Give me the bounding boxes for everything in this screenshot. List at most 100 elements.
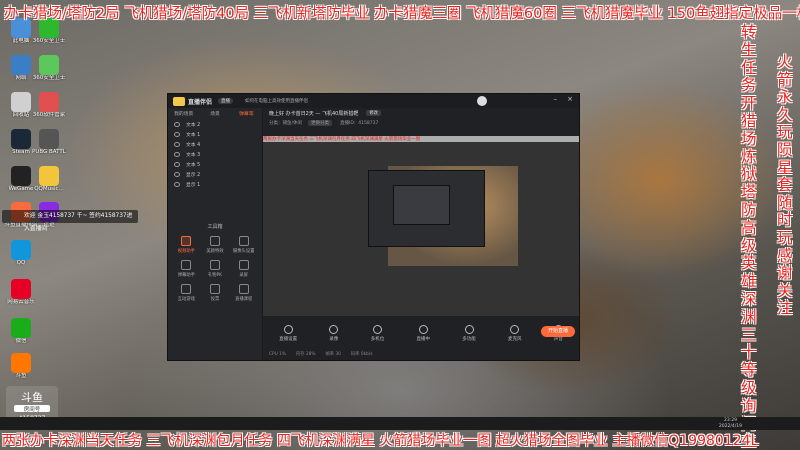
desktop-icon-label: 网易云音乐 bbox=[7, 299, 35, 305]
toolbox-item[interactable]: 视频助手 bbox=[172, 236, 201, 254]
desktop-icon[interactable]: QQ bbox=[4, 240, 38, 267]
eye-icon[interactable] bbox=[174, 121, 180, 127]
bottom-tool-label: 多机位 bbox=[370, 337, 385, 342]
app-icon bbox=[11, 129, 31, 149]
room-meta-row: 分类：捕鱼/休闲 更换分类 直播ID：4158737 bbox=[263, 118, 579, 128]
toolbox-item[interactable]: 弹幕助手 bbox=[172, 260, 201, 278]
tool-icon bbox=[181, 284, 192, 294]
bottom-tool-icon bbox=[464, 325, 474, 334]
eye-icon[interactable] bbox=[174, 141, 180, 147]
bottom-tool[interactable]: 麦克风 bbox=[508, 325, 522, 342]
app-icon bbox=[11, 353, 31, 373]
desktop-icon-label: 360软件管家 bbox=[32, 112, 66, 118]
room-edit-button[interactable]: 修改 bbox=[366, 110, 381, 116]
toolbox-item[interactable]: 直播课程 bbox=[229, 284, 258, 302]
desktop-icon[interactable]: 斗鱼 bbox=[4, 353, 38, 380]
bottom-tool[interactable]: 直播中 bbox=[416, 325, 430, 342]
tool-icon bbox=[181, 236, 192, 246]
eye-icon[interactable] bbox=[174, 151, 180, 157]
sidebar-tab[interactable]: 我的场景 bbox=[168, 110, 199, 117]
tool-icon bbox=[209, 284, 220, 294]
app-logo-icon bbox=[173, 96, 185, 106]
change-category-button[interactable]: 更换分类 bbox=[308, 120, 333, 126]
scene-item[interactable]: 文本 4 bbox=[168, 139, 262, 149]
scene-label: 显示 1 bbox=[186, 182, 201, 188]
desktop-icon[interactable]: 360安全卫士 bbox=[32, 55, 66, 82]
taskbar-clock[interactable]: 23:29 2022/4/19 bbox=[719, 418, 742, 429]
tool-label: 投票 bbox=[210, 297, 220, 302]
preview-scroll-text: 两张办卡深渊当天任务 三飞机深渊包月任务 四飞机深渊满星 火箭猎场毕业一图 bbox=[263, 136, 579, 142]
live-badge[interactable]: 直播 bbox=[218, 98, 234, 104]
tool-icon bbox=[238, 236, 249, 246]
tool-label: 摄像头设置 bbox=[232, 249, 255, 254]
status-item: 内存 28% bbox=[295, 352, 316, 357]
toolbox-item[interactable]: 录屏 bbox=[229, 260, 258, 278]
eye-icon[interactable] bbox=[174, 161, 180, 167]
desktop-icon[interactable]: QQMusic... bbox=[32, 166, 66, 193]
sidebar-tabs: 我的场景 场景 弹幕等 bbox=[168, 108, 262, 119]
room-title-row: 晚上好 办卡首日2天 — 飞机40局新猎靶 修改 bbox=[263, 108, 579, 118]
eye-icon[interactable] bbox=[174, 171, 180, 177]
app-title: 直播伴侣 bbox=[188, 98, 213, 106]
eye-icon[interactable] bbox=[174, 181, 180, 187]
app-icon bbox=[39, 92, 59, 112]
bottom-tool[interactable]: 多机位 bbox=[370, 325, 385, 342]
desktop-icon[interactable]: PUBG BATTLEGR... bbox=[32, 129, 66, 156]
bottom-tool-icon bbox=[283, 325, 293, 334]
app-icon bbox=[11, 166, 31, 186]
tool-label: 互动游戏 bbox=[177, 297, 195, 302]
tool-icon bbox=[209, 260, 220, 270]
status-bar: CPU 1% 内存 28% 帧率 30 码率 0kb/s bbox=[263, 348, 579, 360]
bottom-tool[interactable]: 录像 bbox=[329, 325, 339, 342]
live-companion-window[interactable]: 直播伴侣 直播 如何在电脑上高效使用直播伴侣 – × 我的场景 场景 弹幕等 文本 … bbox=[167, 93, 580, 361]
banner-bottom: 两张办卡深渊当天任务 三飞机深渊包月任务 四飞机深渊满星 火箭猎场毕业一图 超火… bbox=[2, 433, 759, 449]
tool-label: 录屏 bbox=[239, 273, 248, 278]
bottom-tool[interactable]: 多功能 bbox=[462, 325, 476, 342]
scene-label: 文本 1 bbox=[186, 132, 201, 138]
desktop-icon[interactable]: 网易云音乐 bbox=[4, 279, 38, 306]
app-icon bbox=[11, 240, 31, 260]
app-icon bbox=[11, 55, 31, 75]
sidebar-tab[interactable]: 场景 bbox=[199, 110, 230, 117]
banner-right-1: 转生任务 开猎场炼狱 塔防高级英雄 深渊三十等级询问主播 bbox=[741, 23, 757, 450]
eye-icon[interactable] bbox=[174, 131, 180, 137]
douyu-sub: 房间号 bbox=[24, 405, 41, 413]
scene-item[interactable]: 显示 1 bbox=[168, 179, 262, 189]
start-live-button[interactable]: 开始直播 bbox=[541, 326, 575, 337]
tool-icon bbox=[209, 236, 220, 246]
notice-link[interactable]: 如何在电脑上高效使用直播伴侣 bbox=[245, 98, 308, 104]
desktop-icon-label: 微信 bbox=[15, 338, 27, 344]
bottom-tool-label: 直播设置 bbox=[279, 337, 298, 342]
toolbox-grid: 视频助手 美颜特效 摄像头设置弹幕助手 礼物PK 录屏互动游戏 投票 直播课程 bbox=[168, 230, 262, 302]
bottom-tool[interactable]: 直播设置 bbox=[279, 325, 297, 342]
tool-icon bbox=[238, 260, 249, 270]
desktop-icon-label: 斗鱼 bbox=[15, 373, 27, 379]
minimize-icon[interactable]: – bbox=[554, 95, 558, 103]
bottom-tool-icon bbox=[418, 325, 428, 334]
room-title: 晚上好 办卡首日2天 — 飞机40局新猎靶 bbox=[269, 110, 359, 117]
close-icon[interactable]: × bbox=[567, 95, 573, 103]
status-item: 码率 0kb/s bbox=[350, 352, 373, 357]
bottom-tool-label: 直播中 bbox=[416, 337, 430, 342]
toolbox-item[interactable]: 摄像头设置 bbox=[229, 236, 258, 254]
toolbox-item[interactable]: 投票 bbox=[201, 284, 230, 302]
taskbar: 23:29 2022/4/19 bbox=[0, 417, 800, 430]
scene-item[interactable]: 文本 2 bbox=[168, 119, 262, 129]
desktop-icon[interactable]: 微信 bbox=[4, 318, 38, 345]
desktop: 此电脑 360安全卫士 网络 360安全卫士 回收站 360软件管家 Steam PUBG B… bbox=[0, 0, 800, 450]
toolbox-item[interactable]: 美颜特效 bbox=[201, 236, 230, 254]
app-icon bbox=[11, 92, 31, 112]
toolbox-item[interactable]: 互动游戏 bbox=[172, 284, 201, 302]
app-titlebar[interactable]: 直播伴侣 直播 如何在电脑上高效使用直播伴侣 – × bbox=[168, 94, 579, 108]
scene-item[interactable]: 文本 3 bbox=[168, 149, 262, 159]
avatar[interactable] bbox=[477, 96, 487, 106]
scene-item[interactable]: 显示 2 bbox=[168, 169, 262, 179]
toolbox-item[interactable]: 礼物PK bbox=[201, 260, 230, 278]
scene-label: 文本 5 bbox=[186, 162, 201, 168]
stream-preview[interactable]: 两张办卡深渊当天任务 三飞机深渊包月任务 四飞机深渊满星 火箭猎场毕业一图 bbox=[263, 136, 579, 316]
scene-item[interactable]: 文本 5 bbox=[168, 159, 262, 169]
scene-item[interactable]: 文本 1 bbox=[168, 129, 262, 139]
sidebar-tab[interactable]: 弹幕等 bbox=[231, 110, 262, 117]
desktop-icon-label: 360安全卫士 bbox=[32, 75, 66, 81]
desktop-icon[interactable]: 360软件管家 bbox=[32, 92, 66, 119]
